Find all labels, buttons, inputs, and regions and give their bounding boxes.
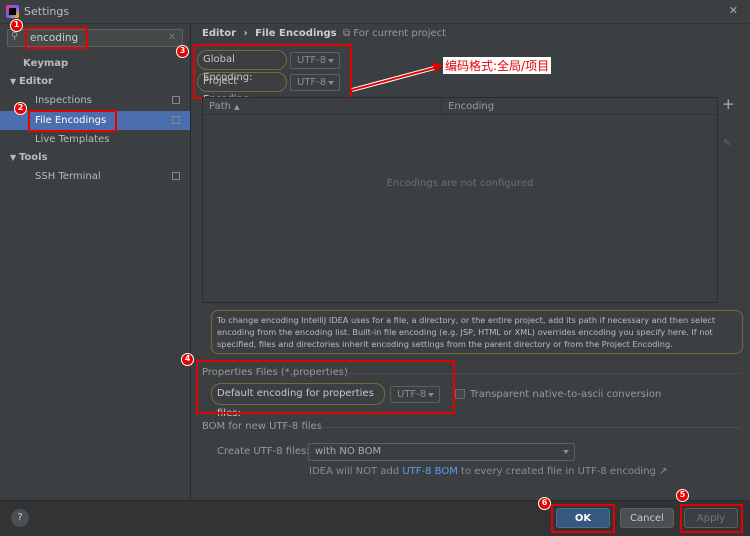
expand-arrow-icon: ▼ <box>10 77 19 86</box>
step-badge-4: 4 <box>181 353 194 366</box>
column-header-path[interactable]: Path ▲ <box>209 101 240 112</box>
step-badge-2: 2 <box>14 102 27 115</box>
sidebar-item-live-templates[interactable]: Live Templates <box>0 130 190 149</box>
clear-search-icon[interactable]: ✕ <box>168 32 176 43</box>
step-badge-5: 5 <box>676 489 689 502</box>
dropdown-value: with NO BOM <box>315 446 382 457</box>
chevron-down-icon <box>563 450 569 454</box>
note-text: to every created file in UTF-8 encoding … <box>457 466 668 477</box>
annotation-label: 编码格式:全局/项目 <box>443 57 552 74</box>
cancel-button[interactable]: Cancel <box>620 508 674 528</box>
step-badge-3: 3 <box>176 45 189 58</box>
native-to-ascii-checkbox[interactable] <box>455 389 465 399</box>
step-badge-6: 6 <box>538 497 551 510</box>
app-logo-icon <box>6 5 19 18</box>
title-bar: Settings ✕ <box>0 0 750 24</box>
help-button[interactable]: ? <box>11 509 29 527</box>
highlight-box-4 <box>196 360 455 414</box>
column-label: Path <box>209 101 231 112</box>
bom-section-header: BOM for new UTF-8 files <box>202 421 322 432</box>
scope-note: ⧉ For current project <box>343 28 446 39</box>
empty-table-text: Encodings are not configured <box>386 178 534 189</box>
close-icon[interactable]: ✕ <box>729 4 738 17</box>
breadcrumb-parent[interactable]: Editor <box>202 28 236 39</box>
project-scope-icon <box>172 172 180 180</box>
encodings-table: Path ▲ Encoding Encodings are not config… <box>202 97 718 303</box>
divider <box>313 427 740 428</box>
window-title: Settings <box>24 5 70 18</box>
create-utf8-label: Create UTF-8 files: <box>217 446 310 457</box>
sidebar-item-label: Inspections <box>35 95 92 106</box>
scope-label: For current project <box>353 28 447 39</box>
breadcrumb-current: File Encodings <box>255 28 337 39</box>
project-scope-icon: ⧉ <box>343 28 354 39</box>
project-scope-icon <box>172 116 180 124</box>
add-icon[interactable]: + <box>722 95 735 113</box>
sidebar-item-keymap[interactable]: Keymap <box>0 54 190 73</box>
annotation-arrow <box>351 63 443 92</box>
breadcrumb-separator: › <box>243 28 248 39</box>
project-scope-icon <box>172 96 180 104</box>
highlight-box-6 <box>551 504 615 533</box>
native-to-ascii-label[interactable]: Transparent native-to-ascii conversion <box>470 389 661 400</box>
note-text: IDEA will NOT add <box>309 466 403 477</box>
expand-arrow-icon: ▼ <box>10 153 19 162</box>
highlight-box-5 <box>680 504 743 533</box>
utf8-bom-link[interactable]: UTF-8 BOM <box>402 466 458 477</box>
step-badge-1: 1 <box>10 19 23 32</box>
search-icon: ⚲ <box>11 31 19 42</box>
bom-dropdown[interactable]: with NO BOM <box>308 443 575 461</box>
column-header-encoding[interactable]: Encoding <box>448 101 494 112</box>
highlight-box-3 <box>193 44 352 99</box>
bom-note: IDEA will NOT add UTF-8 BOM to every cre… <box>309 466 667 477</box>
sidebar-item-editor[interactable]: ▼ Editor <box>0 72 190 91</box>
info-text: To change encoding IntelliJ IDEA uses fo… <box>211 310 743 354</box>
sidebar-item-label: Tools <box>18 152 48 163</box>
sidebar-item-label: SSH Terminal <box>35 171 101 182</box>
sidebar-item-ssh-terminal[interactable]: SSH Terminal <box>0 167 190 186</box>
highlight-box-1 <box>25 27 88 49</box>
sidebar-item-label: Live Templates <box>35 134 110 145</box>
breadcrumb: Editor › File Encodings <box>202 28 337 39</box>
sidebar-item-tools[interactable]: ▼ Tools <box>0 148 190 167</box>
sidebar-item-label: Editor <box>18 76 53 87</box>
edit-icon[interactable]: ✎ <box>723 138 731 149</box>
highlight-box-2 <box>28 110 117 132</box>
sidebar-item-label: Keymap <box>23 58 69 69</box>
sidebar-item-inspections[interactable]: Inspections <box>0 91 190 110</box>
sort-ascending-icon: ▲ <box>234 103 240 111</box>
